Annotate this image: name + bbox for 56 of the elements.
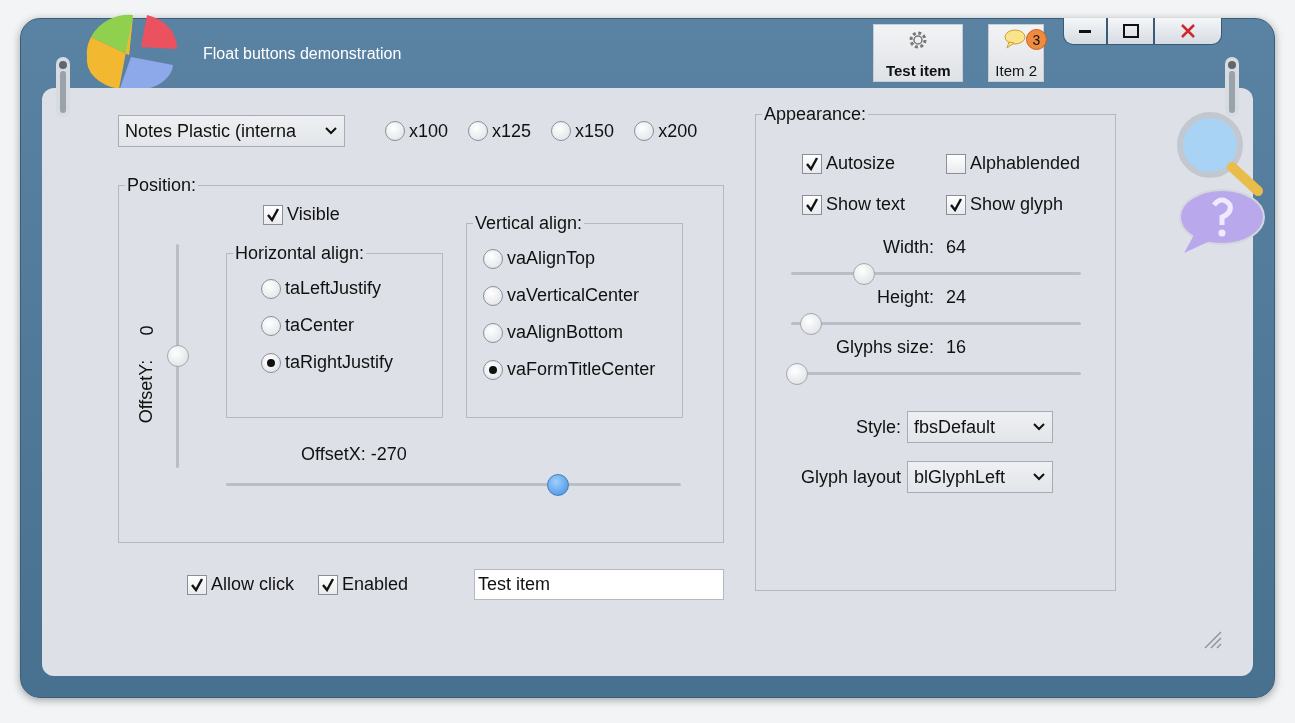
slider-value: 16 bbox=[946, 337, 968, 358]
checkbox[interactable]: Show text bbox=[802, 194, 946, 215]
chevron-icon bbox=[1032, 422, 1046, 432]
checkbox[interactable]: Show glyph bbox=[946, 194, 1115, 215]
close-button[interactable] bbox=[1154, 18, 1222, 45]
radio-button[interactable]: vaFormTitleCenter bbox=[483, 359, 682, 380]
minimize-button[interactable] bbox=[1063, 18, 1107, 45]
checkbox[interactable]: Visible bbox=[263, 204, 340, 225]
slider-value: 64 bbox=[946, 237, 968, 258]
field-label: Style: bbox=[854, 416, 901, 438]
slider-value: 0 bbox=[136, 325, 158, 336]
caption-field[interactable]: Test item bbox=[474, 569, 724, 600]
slider-thumb[interactable] bbox=[785, 363, 808, 385]
slider-label: OffsetX: -270 bbox=[301, 444, 407, 465]
group-title: Position: bbox=[126, 175, 198, 196]
radio-button[interactable]: vaAlignBottom bbox=[483, 322, 682, 343]
radio-button[interactable]: taRightJustify bbox=[261, 352, 442, 373]
dropdown[interactable]: fbsDefault bbox=[907, 411, 1053, 443]
radio-button[interactable]: x150 bbox=[551, 120, 615, 142]
slider-label: Height: bbox=[875, 287, 934, 308]
group-title: Horizontal align: bbox=[234, 243, 366, 264]
float-button[interactable]: Test item bbox=[873, 24, 964, 82]
speech-bubble-icon bbox=[1004, 29, 1029, 49]
slider-label: OffsetY: bbox=[136, 359, 158, 424]
checkbox[interactable]: Allow click bbox=[187, 574, 294, 595]
radio-button[interactable]: x100 bbox=[385, 120, 449, 142]
checkbox[interactable]: Autosize bbox=[802, 153, 946, 174]
maximize-icon bbox=[1122, 24, 1139, 38]
radio-button[interactable]: vaAlignTop bbox=[483, 248, 682, 269]
radio-button[interactable]: x125 bbox=[468, 120, 532, 142]
slider-label: Width: bbox=[882, 237, 934, 258]
slider-thumb[interactable] bbox=[800, 313, 823, 335]
minimize-icon bbox=[1079, 29, 1091, 33]
dropdown[interactable]: blGlyphLeft bbox=[907, 461, 1053, 493]
slider-thumb[interactable] bbox=[852, 263, 875, 285]
slider-thumb[interactable] bbox=[167, 345, 189, 367]
slider-value: 24 bbox=[946, 287, 968, 308]
checkbox[interactable]: Alphablended bbox=[946, 153, 1115, 174]
float-button[interactable]: Item 2 3 bbox=[988, 24, 1044, 82]
slider-thumb[interactable] bbox=[547, 474, 570, 496]
chevron-icon bbox=[1032, 472, 1046, 482]
radio-button[interactable]: taLeftJustify bbox=[261, 278, 442, 299]
skin-dropdown[interactable]: Notes Plastic (interna bbox=[118, 115, 345, 147]
radio-button[interactable]: x200 bbox=[634, 120, 698, 142]
count-badge: 3 bbox=[1026, 29, 1047, 50]
radio-button[interactable]: vaVerticalCenter bbox=[483, 285, 682, 306]
field-label: Glyph layout bbox=[799, 466, 901, 488]
close-icon bbox=[1180, 23, 1196, 39]
maximize-button[interactable] bbox=[1107, 18, 1154, 45]
slider-label: Glyphs size: bbox=[834, 337, 934, 358]
group-title: Appearance: bbox=[763, 104, 868, 125]
checkbox[interactable]: Enabled bbox=[318, 574, 409, 595]
group-title: Vertical align: bbox=[474, 213, 584, 234]
radio-button[interactable]: taCenter bbox=[261, 315, 442, 336]
window-title: Float buttons demonstration bbox=[203, 45, 402, 63]
chevron-icon bbox=[324, 126, 338, 136]
